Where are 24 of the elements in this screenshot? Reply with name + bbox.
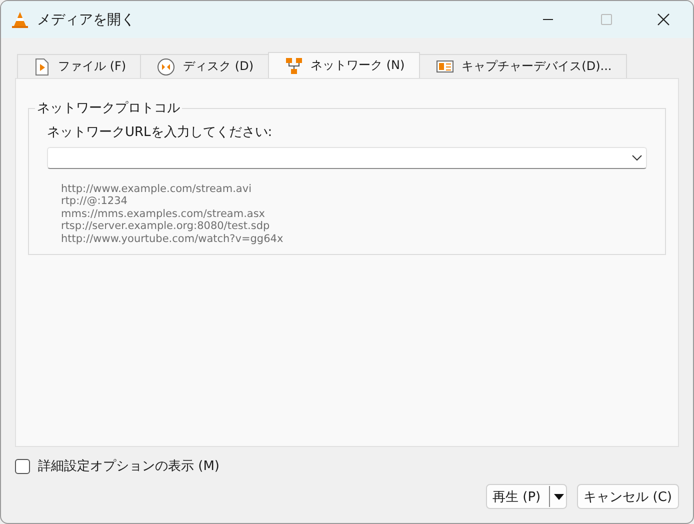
checkbox[interactable] [15, 458, 30, 474]
cone-logo-icon [11, 10, 29, 28]
network-icon [284, 56, 303, 74]
tab[interactable]: ネットワーク (N) [268, 52, 420, 78]
tab[interactable]: キャプチャーデバイス(D)... [418, 54, 627, 78]
url-label: ネットワークURLを入力してください: [47, 124, 274, 141]
capture-card-icon [436, 58, 454, 74]
example-url: http://www.example.com/stream.avi [61, 183, 252, 196]
play-button[interactable]: 再生 (P) [486, 484, 567, 509]
tab[interactable]: ディスク (D) [140, 54, 269, 78]
url-combo-box[interactable] [47, 147, 647, 169]
tab[interactable]: ファイル (F) [17, 54, 142, 78]
cancel-button[interactable]: キャンセル (C) [576, 484, 679, 509]
checkbox-label: 詳細設定オプションの表示 (M) [38, 458, 220, 475]
file-icon [34, 58, 50, 76]
example-url: mms://mms.examples.com/stream.asx [61, 208, 266, 220]
disc-icon [157, 58, 176, 76]
example-url: rtp://@:1234 [61, 195, 128, 208]
example-url: http://www.yourtube.com/watch?v=gg64x [61, 232, 284, 246]
window-title: メディアを開く [37, 10, 135, 28]
group-title: ネットワークプロトコル [36, 100, 181, 117]
chevron-down-icon [632, 155, 642, 161]
caret-icon[interactable] [552, 492, 566, 502]
example-url: rtsp://server.example.org:8080/test.sdp [61, 220, 271, 233]
